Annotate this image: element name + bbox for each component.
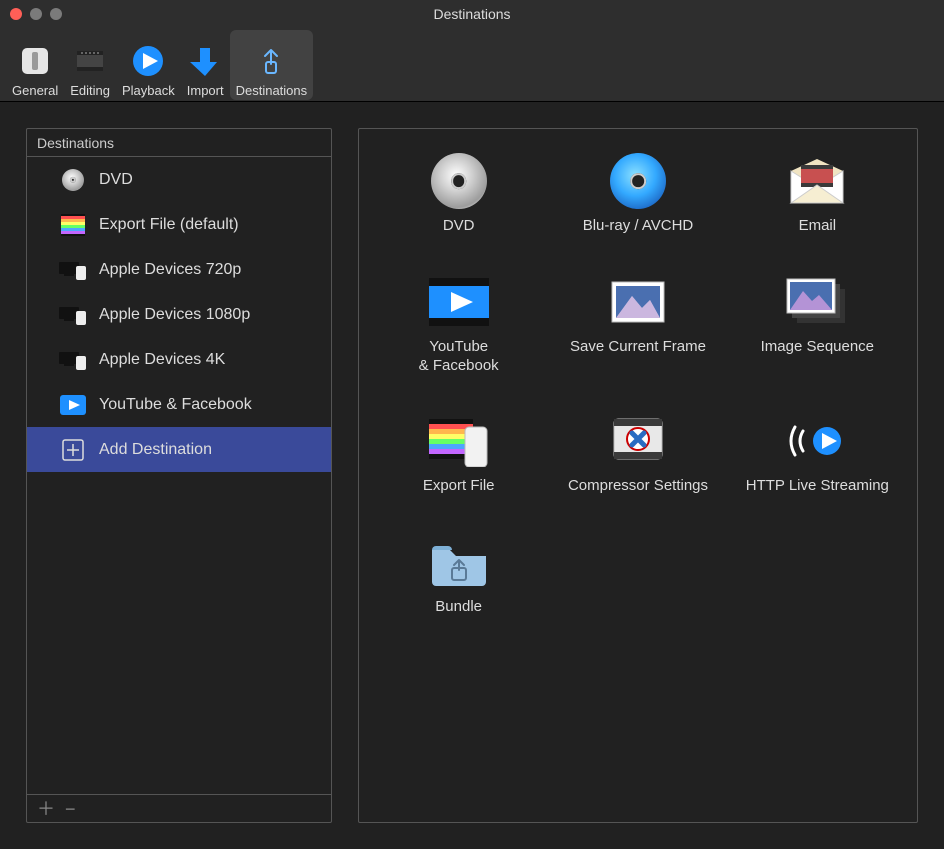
device-icon <box>59 348 87 372</box>
toolbar-label: Playback <box>122 83 175 98</box>
gallery-item-image-sequence[interactable]: Image Sequence <box>728 274 907 376</box>
disc-silver-icon <box>427 153 491 209</box>
toolbar-label: Destinations <box>236 83 308 98</box>
gallery-item-label: Blu-ray / AVCHD <box>583 217 694 236</box>
plus-box-icon <box>59 438 87 462</box>
gallery-item-export-file[interactable]: Export File <box>369 413 548 496</box>
gallery-item-label: Image Sequence <box>761 338 874 357</box>
disc-blue-icon <box>606 153 670 209</box>
tab-general[interactable]: General <box>6 30 64 100</box>
gallery-item-hls[interactable]: HTTP Live Streaming <box>728 413 907 496</box>
sidebar-item-apple-4k[interactable]: Apple Devices 4K <box>27 337 331 382</box>
gallery-item-label: HTTP Live Streaming <box>746 477 889 496</box>
tab-import[interactable]: Import <box>181 30 230 100</box>
prefs-general-icon <box>17 43 53 79</box>
gallery-item-youtube-facebook[interactable]: YouTube & Facebook <box>369 274 548 376</box>
mountain-photo-icon <box>606 274 670 330</box>
main-content: Destinations DVD Export File (default) A… <box>0 102 944 849</box>
gallery-grid: DVD Blu-ray / AVCHD Email YouTube & Face… <box>369 153 907 617</box>
sidebar-item-dvd[interactable]: DVD <box>27 157 331 202</box>
window-controls <box>10 8 62 20</box>
sidebar-item-label: Apple Devices 1080p <box>99 306 250 324</box>
compressor-icon <box>606 413 670 469</box>
titlebar: Destinations <box>0 0 944 28</box>
add-button[interactable]: ＋ <box>37 800 55 818</box>
sidebar-footer: ＋ − <box>27 794 331 822</box>
mountain-stack-icon <box>785 274 849 330</box>
window-title: Destinations <box>0 6 944 22</box>
device-icon <box>59 258 87 282</box>
zoom-window-button[interactable] <box>50 8 62 20</box>
filmstrip-rainbow-icon <box>59 213 87 237</box>
disc-silver-icon <box>59 168 87 192</box>
sidebar-header: Destinations <box>27 129 331 157</box>
tab-editing[interactable]: Editing <box>64 30 116 100</box>
youtube-play-icon <box>427 274 491 330</box>
destinations-sidebar: Destinations DVD Export File (default) A… <box>26 128 332 823</box>
sidebar-item-label: DVD <box>99 171 133 189</box>
filmstrip-phone-icon <box>427 413 491 469</box>
device-icon <box>59 303 87 327</box>
prefs-editing-icon <box>72 43 108 79</box>
sidebar-item-label: Add Destination <box>99 441 212 459</box>
sidebar-item-apple-1080p[interactable]: Apple Devices 1080p <box>27 292 331 337</box>
sidebar-item-add-destination[interactable]: Add Destination <box>27 427 331 472</box>
gallery-item-bluray[interactable]: Blu-ray / AVCHD <box>548 153 727 236</box>
toolbar-label: Editing <box>70 83 110 98</box>
prefs-import-icon <box>187 43 223 79</box>
sidebar-item-apple-720p[interactable]: Apple Devices 720p <box>27 247 331 292</box>
gallery-item-label: Compressor Settings <box>568 477 708 496</box>
tab-destinations[interactable]: Destinations <box>230 30 314 100</box>
gallery-item-label: Save Current Frame <box>570 338 706 357</box>
envelope-icon <box>785 153 849 209</box>
close-window-button[interactable] <box>10 8 22 20</box>
gallery-item-label: YouTube & Facebook <box>419 338 499 376</box>
destinations-gallery: DVD Blu-ray / AVCHD Email YouTube & Face… <box>358 128 918 823</box>
minimize-window-button[interactable] <box>30 8 42 20</box>
gallery-item-label: Export File <box>423 477 495 496</box>
sidebar-list: DVD Export File (default) Apple Devices … <box>27 157 331 794</box>
folder-share-icon <box>427 534 491 590</box>
gallery-item-compressor[interactable]: Compressor Settings <box>548 413 727 496</box>
prefs-playback-icon <box>130 43 166 79</box>
remove-button[interactable]: − <box>65 800 76 818</box>
gallery-item-label: Email <box>799 217 837 236</box>
gallery-item-label: Bundle <box>435 598 482 617</box>
gallery-item-email[interactable]: Email <box>728 153 907 236</box>
toolbar-label: Import <box>187 83 224 98</box>
toolbar-label: General <box>12 83 58 98</box>
gallery-item-bundle[interactable]: Bundle <box>369 534 548 617</box>
sidebar-item-label: Apple Devices 4K <box>99 351 225 369</box>
gallery-item-label: DVD <box>443 217 475 236</box>
preferences-toolbar: General Editing Playback Import Destinat… <box>0 28 944 102</box>
sidebar-item-label: Export File (default) <box>99 216 239 234</box>
gallery-item-save-frame[interactable]: Save Current Frame <box>548 274 727 376</box>
prefs-destinations-icon <box>253 43 289 79</box>
sidebar-item-export-file[interactable]: Export File (default) <box>27 202 331 247</box>
youtube-play-icon <box>59 393 87 417</box>
sidebar-item-youtube-facebook[interactable]: YouTube & Facebook <box>27 382 331 427</box>
hls-icon <box>785 413 849 469</box>
sidebar-item-label: Apple Devices 720p <box>99 261 241 279</box>
sidebar-item-label: YouTube & Facebook <box>99 396 252 414</box>
tab-playback[interactable]: Playback <box>116 30 181 100</box>
gallery-item-dvd[interactable]: DVD <box>369 153 548 236</box>
